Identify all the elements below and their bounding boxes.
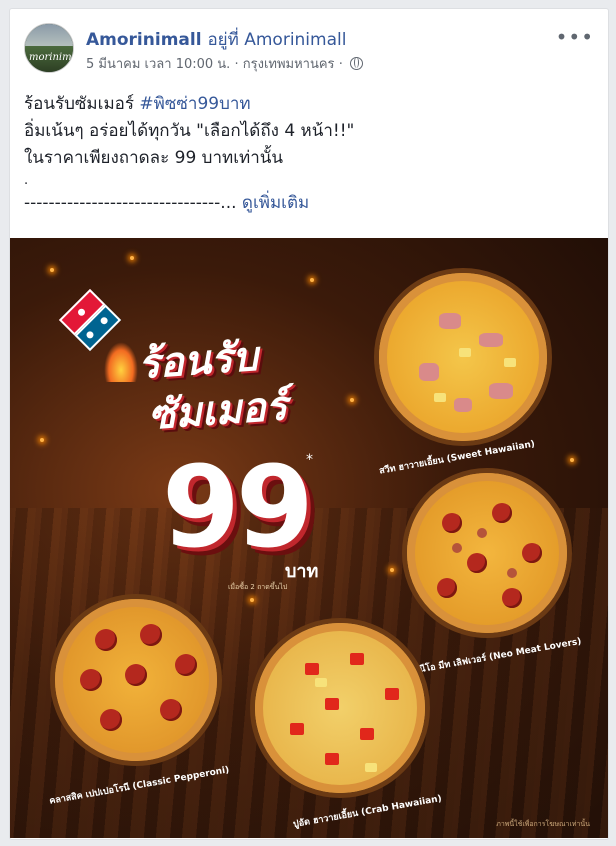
topping-pepperoni	[125, 664, 147, 686]
hashtag-link[interactable]: #พิซซ่า99บาท	[139, 94, 250, 114]
spark	[50, 268, 54, 272]
post-photo[interactable]: ร้อนรับ ซัมเมอร์ 99 * บาท เมื่อซื้อ 2 ถา…	[10, 238, 608, 838]
price-value: 99	[162, 443, 314, 573]
pizza-crust	[407, 473, 567, 633]
avatar-text: morinimall	[29, 52, 73, 63]
topping-pepperoni	[175, 654, 197, 676]
avatar[interactable]: morinimall	[24, 23, 74, 73]
more-options-icon[interactable]: •••	[556, 25, 594, 49]
price-asterisk: *	[306, 452, 313, 468]
topping-pineapple	[504, 358, 516, 367]
price-currency: บาท	[285, 561, 319, 582]
topping-pineapple	[365, 763, 377, 772]
post-text-line-2: อิ่มเน้นๆ อร่อยได้ทุกวัน "เลือกได้ถึง 4 …	[24, 121, 355, 141]
topping-pepperoni	[502, 588, 522, 608]
topping-pineapple	[434, 393, 446, 402]
topping-crab	[350, 653, 364, 665]
pizza-crab-hawaiian	[250, 618, 430, 798]
topping-sausage	[477, 528, 487, 538]
topping-pepperoni	[95, 629, 117, 651]
topping-ham	[439, 313, 461, 329]
topping-crab	[325, 753, 339, 765]
meta-separator-2: ·	[338, 57, 343, 72]
topping-pineapple	[315, 678, 327, 687]
topping-ham	[454, 398, 472, 412]
meta-separator: ·	[234, 57, 239, 72]
topping-pepperoni	[522, 543, 542, 563]
post-location[interactable]: กรุงเทพมหานคร	[243, 57, 335, 72]
topping-ham	[479, 333, 503, 347]
post-meta: 5 มีนาคม เวลา 10:00 น. · กรุงเทพมหานคร ·	[86, 53, 363, 74]
topping-crab	[360, 728, 374, 740]
topping-pepperoni	[140, 624, 162, 646]
post-text-line-1: ร้อนรับซัมเมอร์ #พิซซ่า99บาท	[24, 91, 594, 118]
pizza-neo-meat-lovers	[402, 468, 572, 638]
divider-text: --------------------------------...	[24, 193, 237, 213]
topping-pepperoni	[442, 513, 462, 533]
spark	[390, 568, 394, 572]
post-text: ร้อนรับซัมเมอร์ #พิซซ่า99บาท อิ่มเน้นๆ อ…	[24, 91, 594, 217]
topping-sausage	[452, 543, 462, 553]
avatar-sky	[25, 24, 73, 48]
spark	[130, 256, 134, 260]
spark	[570, 458, 574, 462]
post-card: morinimall Amorinimall อยู่ที่ Amorinima…	[9, 8, 609, 840]
page-name-line: Amorinimall อยู่ที่ Amorinimall	[86, 26, 346, 53]
post-text-prefix: ร้อนรับซัมเมอร์	[24, 94, 140, 114]
pizza-sweet-hawaiian	[374, 268, 552, 446]
globe-icon[interactable]	[349, 57, 363, 70]
post-header: morinimall Amorinimall อยู่ที่ Amorinima…	[24, 23, 594, 79]
pizza-crust	[379, 273, 547, 441]
post-text-line-3: ในราคาเพียงถาดละ 99 บาทเท่านั้น	[24, 148, 284, 168]
pizza-classic-pepperoni	[50, 594, 222, 766]
topping-crab	[385, 688, 399, 700]
topping-pineapple	[459, 348, 471, 357]
see-more-link[interactable]: ดูเพิ่มเติม	[242, 193, 309, 213]
topping-crab	[305, 663, 319, 675]
topping-pepperoni	[160, 699, 182, 721]
page-name-link[interactable]: Amorinimall	[86, 30, 202, 50]
topping-ham	[419, 363, 439, 381]
topping-pepperoni	[492, 503, 512, 523]
spark	[310, 278, 314, 282]
pizza-crust	[255, 623, 425, 793]
location-link[interactable]: อยู่ที่ Amorinimall	[207, 30, 346, 50]
topping-pepperoni	[100, 709, 122, 731]
headline-line-2: ซัมเมอร์	[146, 383, 289, 439]
spark	[350, 398, 354, 402]
topping-crab	[290, 723, 304, 735]
post-timestamp[interactable]: 5 มีนาคม เวลา 10:00 น.	[86, 57, 230, 72]
spark	[40, 438, 44, 442]
post-text-line-4: .	[24, 173, 29, 188]
post-text-divider-line: --------------------------------... ดูเพ…	[24, 190, 594, 217]
spark	[250, 598, 254, 602]
topping-pepperoni	[437, 578, 457, 598]
topping-pepperoni	[80, 669, 102, 691]
photo-footnote: ภาพนี้ใช้เพื่อการโฆษณาเท่านั้น	[496, 820, 590, 828]
flame-icon	[104, 342, 138, 382]
topping-pepperoni	[467, 553, 487, 573]
topping-ham	[489, 383, 513, 399]
price-note: เมื่อซื้อ 2 ถาดขึ้นไป	[228, 583, 288, 591]
topping-sausage	[507, 568, 517, 578]
topping-crab	[325, 698, 339, 710]
